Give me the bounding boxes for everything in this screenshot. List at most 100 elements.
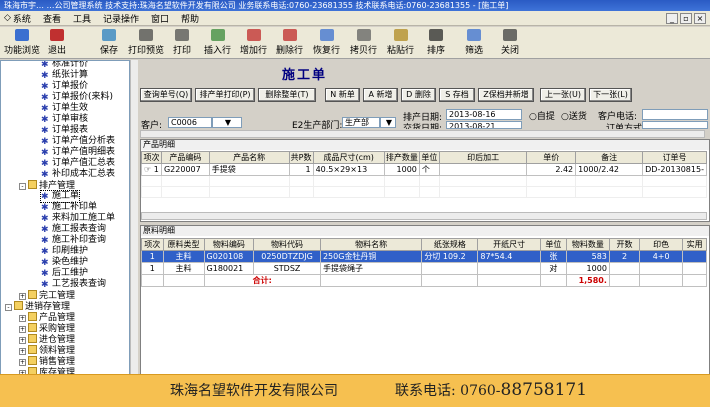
menu-item-2[interactable]: 工具 <box>73 12 91 25</box>
minimize-icon[interactable]: _ <box>666 13 678 24</box>
column-header[interactable]: 开纸尺寸 <box>477 238 541 251</box>
radio-self[interactable]: ○自提 <box>529 109 555 122</box>
order-date-field[interactable]: 2013-08-21 <box>446 121 522 129</box>
column-header[interactable]: 项次 <box>141 151 162 164</box>
print-preview-button[interactable]: 打印预览 <box>128 29 164 56</box>
menu-item-5[interactable]: 帮助 <box>181 12 199 25</box>
tree-item[interactable]: ✱ 订单产值汇总表 <box>41 158 115 169</box>
tree-folder[interactable]: + 采购管理 <box>19 323 75 334</box>
column-header[interactable]: 开数 <box>608 238 641 251</box>
column-header[interactable]: 项次 <box>141 238 164 251</box>
column-header[interactable]: 物料数量 <box>565 238 610 251</box>
insert-row-button[interactable]: 插入行 <box>204 29 231 56</box>
column-header[interactable]: 物料名称 <box>319 238 423 251</box>
table-cell[interactable] <box>682 250 707 263</box>
add-row-button[interactable]: 增加行 <box>240 29 267 56</box>
expand-toggle-icon[interactable]: + <box>19 348 26 355</box>
expand-toggle-icon[interactable]: + <box>19 315 26 322</box>
tree-folder[interactable]: + 领料管理 <box>19 345 75 356</box>
exit-button[interactable]: 退出 <box>48 29 66 56</box>
form-button-0[interactable]: 查询单号(Q) <box>140 88 192 102</box>
table-cell[interactable] <box>608 262 641 275</box>
table-cell[interactable]: 583 <box>565 250 610 263</box>
table-cell[interactable]: 1 <box>288 163 314 176</box>
table-cell[interactable]: 4+0 <box>639 250 684 263</box>
tree-item[interactable]: ✱ 施工报表查询 <box>41 224 106 235</box>
prev-record-button[interactable]: 上一张(U) <box>540 88 586 102</box>
column-header[interactable]: 印色 <box>639 238 684 251</box>
column-header[interactable]: 物料编码 <box>203 238 255 251</box>
record-button-2[interactable]: D 删除 <box>401 88 436 102</box>
next-record-button[interactable]: 下一张(L) <box>589 88 632 102</box>
tree-item[interactable]: ✱ 施工补印单 <box>41 202 97 213</box>
column-header[interactable]: 原料类型 <box>162 238 205 251</box>
table-cell[interactable]: 对 <box>539 262 567 275</box>
table-cell[interactable]: G180021 <box>203 262 255 275</box>
tree-item[interactable]: ✱ 染色维护 <box>41 257 88 268</box>
column-header[interactable]: 成品尺寸(cm) <box>312 151 385 164</box>
customer-phone-field[interactable] <box>642 109 708 120</box>
sort-button[interactable]: 排序 <box>427 29 445 56</box>
table-cell[interactable] <box>639 262 684 275</box>
column-header[interactable]: 单位 <box>418 151 440 164</box>
restore-icon[interactable]: ▫ <box>680 13 692 24</box>
table-cell[interactable]: 张 <box>539 250 567 263</box>
table-cell[interactable]: 2.42 <box>526 163 577 176</box>
tree-folder[interactable]: + 销售管理 <box>19 356 75 367</box>
copy-row-button[interactable]: 拷贝行 <box>350 29 377 56</box>
menu-item-4[interactable]: 窗口 <box>151 12 169 25</box>
column-header[interactable]: 印后加工 <box>438 151 528 164</box>
table-cell[interactable]: DD-20130815- <box>642 163 707 176</box>
product-scrollbar[interactable] <box>141 212 707 220</box>
record-button-3[interactable]: S 存档 <box>439 88 475 102</box>
table-cell[interactable]: 250G金牡丹铜 <box>319 250 423 263</box>
expand-toggle-icon[interactable]: + <box>19 337 26 344</box>
table-cell[interactable]: 个 <box>418 163 440 176</box>
tree-item[interactable]: ✱ 订单审核 <box>41 114 88 125</box>
tree-folder[interactable]: - 排产管理 <box>19 180 75 191</box>
tree-folder[interactable]: + 进仓管理 <box>19 334 75 345</box>
table-cell[interactable]: 手提袋绳子 <box>319 262 423 275</box>
record-button-4[interactable]: Z保档并新增 <box>478 88 534 102</box>
tree-item[interactable]: ✱ 订单生效 <box>41 103 88 114</box>
column-header[interactable]: 产品编码 <box>160 151 210 164</box>
table-cell[interactable]: 手提袋 <box>208 163 290 176</box>
radio-delivery[interactable]: ○送货 <box>561 109 587 122</box>
table-cell[interactable] <box>477 262 541 275</box>
tree-folder[interactable]: - 进销存管理 <box>5 301 70 312</box>
table-cell[interactable] <box>438 163 528 176</box>
table-cell[interactable]: 1 <box>141 250 164 263</box>
expand-toggle-icon[interactable]: + <box>19 293 26 300</box>
column-header[interactable]: 排产数量 <box>383 151 420 164</box>
column-header[interactable]: 单位 <box>539 238 567 251</box>
dept-field[interactable]: 生产部 <box>342 117 380 128</box>
column-header[interactable]: 单价 <box>526 151 577 164</box>
menu-item-1[interactable]: 查看 <box>43 12 61 25</box>
tree-item[interactable]: ✱ 订单报价(来料) <box>41 92 113 103</box>
tree-item[interactable]: ✱ 来料加工施工单 <box>41 213 115 224</box>
table-cell[interactable]: 87*54.4 <box>477 250 541 263</box>
tree-item[interactable]: ✱ 标准计价 <box>41 61 88 70</box>
tree-item[interactable]: ✱ 订单报表 <box>41 125 88 136</box>
tree-item[interactable]: ✱ 施工补印查询 <box>41 235 106 246</box>
expand-toggle-icon[interactable]: + <box>19 326 26 333</box>
table-cell[interactable]: ☞ 1 <box>141 163 162 176</box>
table-cell[interactable] <box>682 262 707 275</box>
table-cell[interactable]: 主料 <box>162 250 205 263</box>
menu-item-3[interactable]: 记录操作 <box>103 12 139 25</box>
expand-toggle-icon[interactable]: + <box>19 359 26 366</box>
menu-item-0[interactable]: 系统 <box>13 12 31 25</box>
form-button-1[interactable]: 排产单打印(P) <box>195 88 255 102</box>
column-header[interactable]: 产品名称 <box>208 151 290 164</box>
table-cell[interactable]: G020108 <box>203 250 255 263</box>
table-cell[interactable]: 1000 <box>383 163 420 176</box>
tree-item[interactable]: ✱ 施工单 <box>39 190 81 203</box>
restore-row-button[interactable]: 恢复行 <box>313 29 340 56</box>
table-cell[interactable]: 1000/2.42 <box>575 163 644 176</box>
column-header[interactable]: 物料代码 <box>253 238 321 251</box>
table-row[interactable]: 1 主料 G180021 STDSZ 手提袋绳子 对 1000 <box>141 262 707 275</box>
tree-item[interactable]: ✱ 后工维护 <box>41 268 88 279</box>
tree-item[interactable]: ✱ 订单产值明细表 <box>41 147 115 158</box>
customer-field[interactable]: C0006 <box>168 117 212 128</box>
close-button[interactable]: 关闭 <box>501 29 519 56</box>
